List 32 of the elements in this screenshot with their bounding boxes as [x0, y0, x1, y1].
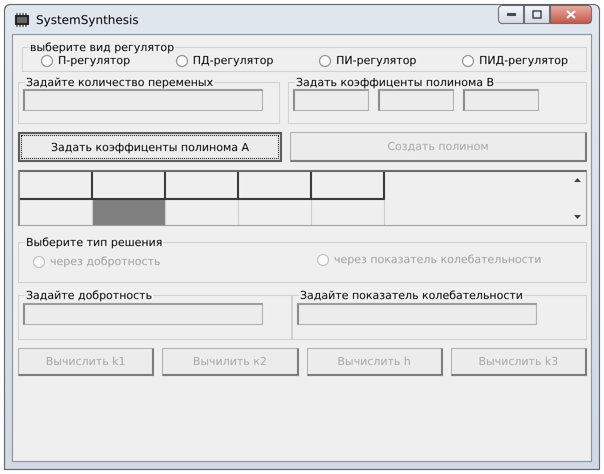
grid-cell[interactable]	[93, 172, 166, 200]
grid-cell[interactable]	[166, 172, 239, 200]
minimize-icon	[506, 12, 516, 16]
radio-button[interactable]: П-регулятор	[41, 54, 130, 67]
app-icon	[14, 12, 30, 26]
scroll-up-icon[interactable]	[574, 178, 581, 182]
group-title: Задайте количество переменых	[25, 76, 214, 89]
grid-cell[interactable]	[239, 172, 312, 200]
window-title: SystemSynthesis	[36, 12, 140, 26]
group-title: Задайте добротность	[25, 289, 154, 302]
input-field[interactable]	[297, 302, 537, 324]
group-title: Задать коэффиценты полинома В	[295, 76, 496, 89]
grid-cell[interactable]	[312, 172, 385, 200]
group-title: Выберите тип решения	[25, 236, 164, 249]
close-button[interactable]	[550, 5, 592, 24]
maximize-button[interactable]	[524, 5, 550, 24]
input-field[interactable]	[378, 89, 454, 111]
close-icon	[566, 10, 576, 19]
action-button[interactable]: Задать коэффиценты полинома А	[18, 132, 282, 162]
radio-button[interactable]: ПД-регулятор	[176, 54, 274, 67]
input-field[interactable]	[23, 89, 263, 111]
minimize-button[interactable]	[498, 5, 524, 24]
scroll-down-icon[interactable]	[574, 215, 581, 219]
maximize-icon	[532, 10, 542, 19]
input-field[interactable]	[463, 89, 539, 111]
radio-button[interactable]: ПИД-регулятор	[462, 54, 568, 67]
group-title: выберите вид регулятор	[29, 41, 176, 54]
group-title: Задайте показатель колебательности	[299, 289, 524, 302]
input-field[interactable]	[293, 89, 369, 111]
input-field[interactable]	[23, 302, 263, 324]
grid-cell[interactable]	[20, 172, 93, 200]
radio-button[interactable]: ПИ-регулятор	[319, 54, 416, 67]
